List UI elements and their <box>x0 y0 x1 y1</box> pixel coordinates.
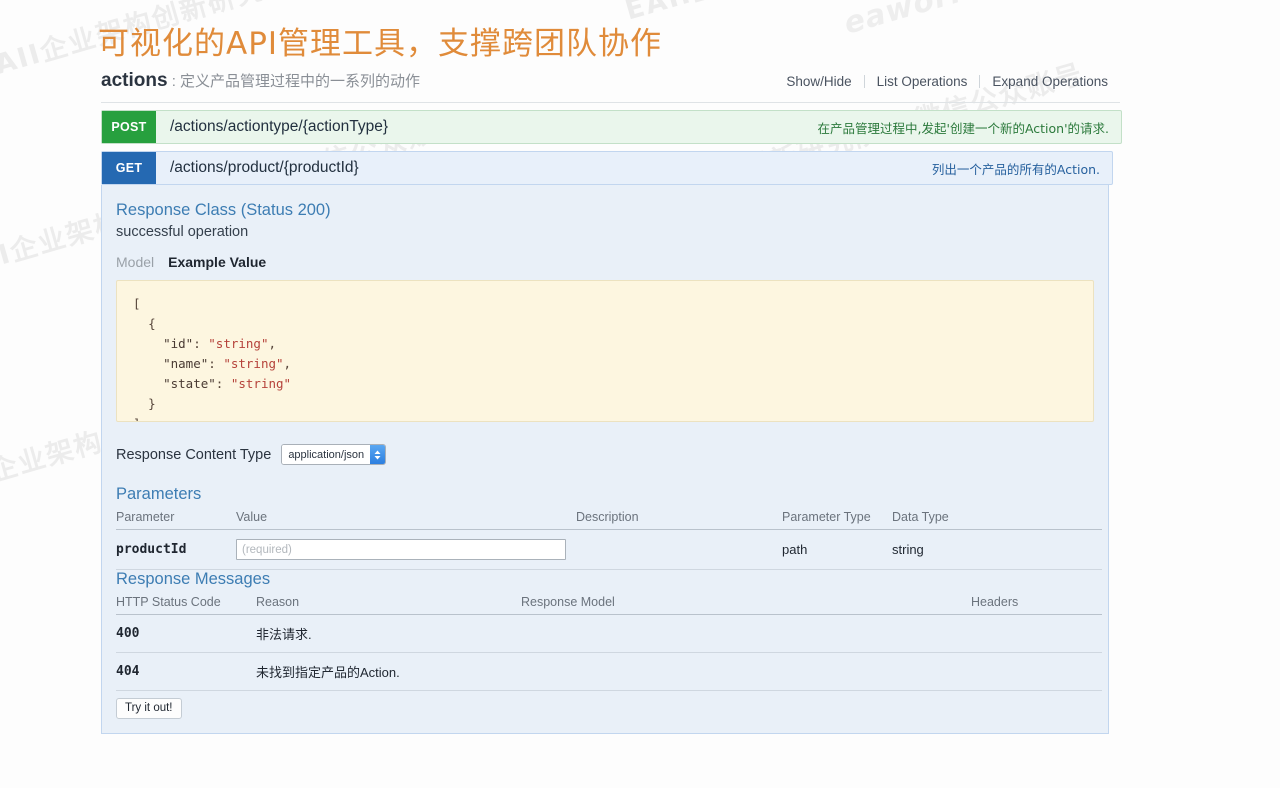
response-messages-table: HTTP Status Code Reason Response Model H… <box>116 593 1102 691</box>
status-code-400: 400 <box>116 614 256 653</box>
response-content-type-value: application/json <box>282 445 371 464</box>
json-bracket-close: ] <box>133 416 141 421</box>
resource-separator: : <box>167 73 181 90</box>
th-response-model: Response Model <box>521 593 971 615</box>
response-class-subtitle: successful operation <box>116 224 249 240</box>
expand-operations-link[interactable]: Expand Operations <box>980 74 1120 89</box>
productid-input[interactable] <box>236 539 566 560</box>
json-value-name: "string" <box>223 356 284 371</box>
table-row: 400 非法请求. <box>116 614 1102 653</box>
json-key-name: "name" <box>163 356 209 371</box>
tab-example-value[interactable]: Example Value <box>168 254 266 270</box>
resource-title: actions : 定义产品管理过程中的一系列的动作 <box>101 70 420 92</box>
response-class-title: Response Class (Status 200) <box>116 201 331 219</box>
response-model-400 <box>521 614 971 653</box>
page-title: 可视化的API管理工具，支撑跨团队协作 <box>98 26 663 62</box>
th-http-status-code: HTTP Status Code <box>116 593 256 615</box>
resource-description: 定义产品管理过程中的一系列的动作 <box>180 73 421 90</box>
th-parameter-type: Parameter Type <box>782 508 892 530</box>
headers-400 <box>971 614 1102 653</box>
try-it-out-button[interactable]: Try it out! <box>116 698 182 719</box>
operation-summary-get: 列出一个产品的所有的Action. <box>931 161 1100 177</box>
response-model-404 <box>521 652 971 691</box>
http-method-badge-post: POST <box>102 111 156 143</box>
json-value-id: "string" <box>208 336 269 351</box>
parameter-type-cell: path <box>782 529 892 570</box>
json-value-state: "string" <box>230 376 292 391</box>
parameters-title: Parameters <box>116 485 202 503</box>
th-headers: Headers <box>971 593 1102 615</box>
operation-row-post[interactable]: POST /actions/actiontype/{actionType} 在产… <box>101 110 1122 144</box>
parameter-description-cell <box>576 529 782 570</box>
operation-detail-panel: Response Class (Status 200) successful o… <box>101 185 1109 734</box>
status-code-404: 404 <box>116 652 256 691</box>
resource-options: Show/Hide List Operations Expand Operati… <box>774 74 1120 89</box>
th-value: Value <box>236 508 576 530</box>
example-value-code-block: [ { "id": "string", "name": "string", "s… <box>116 280 1094 422</box>
response-content-type-row: Response Content Type application/json <box>116 444 1094 465</box>
table-row: 404 未找到指定产品的Action. <box>116 652 1102 691</box>
resource-header: actions : 定义产品管理过程中的一系列的动作 Show/Hide Lis… <box>101 70 1120 103</box>
response-messages-header-row: HTTP Status Code Reason Response Model H… <box>116 593 1102 615</box>
reason-400: 非法请求. <box>256 614 521 653</box>
json-brace-close: } <box>148 396 156 411</box>
watermark-chinese: EAII企业架构创新研究院 · 微信公众账号 <box>620 0 1147 27</box>
operation-summary-post: 在产品管理过程中,发起'创建一个新的Action'的请求. <box>817 120 1109 136</box>
operation-path-post[interactable]: /actions/actiontype/{actionType} <box>156 111 818 143</box>
table-row: productId path string <box>116 529 1102 570</box>
list-operations-link[interactable]: List Operations <box>865 74 980 89</box>
response-content-type-label: Response Content Type <box>116 446 272 463</box>
model-tabs: Model Example Value <box>116 254 1094 270</box>
http-method-badge-get: GET <box>102 152 156 184</box>
swagger-api-docs: actions : 定义产品管理过程中的一系列的动作 Show/Hide Lis… <box>101 70 1122 734</box>
json-brace-open: { <box>148 316 156 331</box>
parameters-table: Parameter Value Description Parameter Ty… <box>116 508 1102 570</box>
json-key-state: "state" <box>163 376 216 391</box>
headers-404 <box>971 652 1102 691</box>
operation-path-get[interactable]: /actions/product/{productId} <box>156 152 932 184</box>
parameters-table-header-row: Parameter Value Description Parameter Ty… <box>116 508 1102 530</box>
json-bracket-open: [ <box>133 296 141 311</box>
parameter-value-cell <box>236 529 576 570</box>
tab-model[interactable]: Model <box>116 254 154 270</box>
show-hide-link[interactable]: Show/Hide <box>774 74 863 89</box>
reason-404: 未找到指定产品的Action. <box>256 652 521 691</box>
response-content-type-select[interactable]: application/json <box>281 444 387 465</box>
resource-name[interactable]: actions <box>101 70 168 91</box>
th-reason: Reason <box>256 593 521 615</box>
json-key-id: "id" <box>163 336 194 351</box>
watermark-english: eaworld <box>840 0 987 42</box>
th-parameter: Parameter <box>116 508 236 530</box>
th-data-type: Data Type <box>892 508 1102 530</box>
chevron-updown-icon <box>370 445 386 464</box>
th-description: Description <box>576 508 782 530</box>
parameter-datatype-cell: string <box>892 529 1102 570</box>
operation-row-get[interactable]: GET /actions/product/{productId} 列出一个产品的… <box>101 151 1113 185</box>
parameter-name-productid: productId <box>116 529 236 570</box>
response-messages-title: Response Messages <box>116 570 271 588</box>
